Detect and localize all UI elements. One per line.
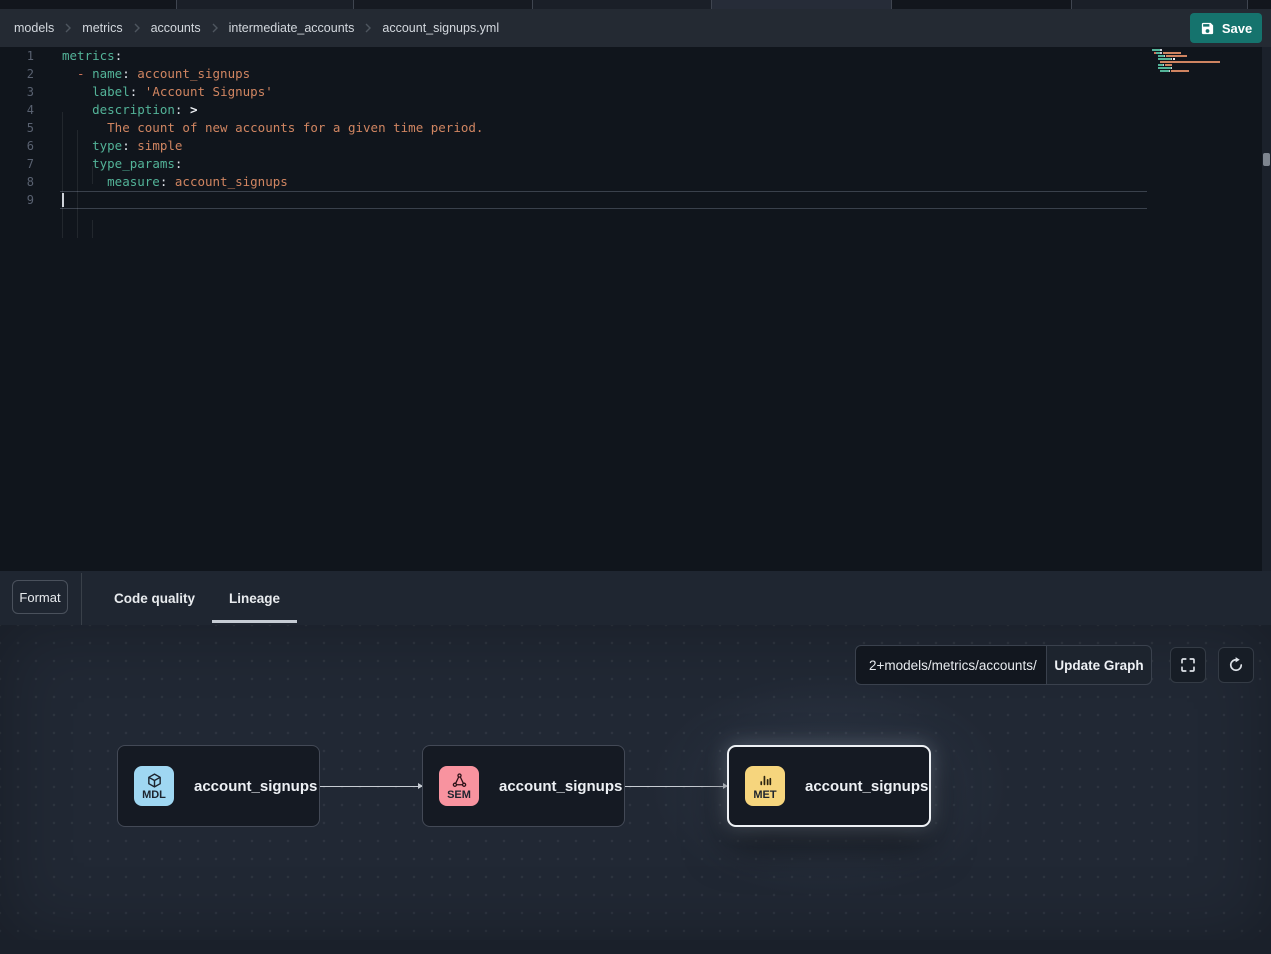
bar-chart-icon [757,772,774,789]
line-number: 5 [0,119,34,137]
line-number: 1 [0,47,34,65]
node-label: account_signups [499,778,622,795]
tab-sliver [533,0,712,9]
chevron-right-icon [210,23,220,33]
save-label: Save [1222,21,1252,36]
panel-tab-row: Format Code qualityLineage [0,571,1271,625]
line-number: 2 [0,65,34,83]
fullscreen-button[interactable] [1170,647,1206,683]
mdl-badge: MDL [134,766,174,806]
code-line[interactable]: 3 label: 'Account Signups' [0,83,1271,101]
code-line[interactable]: 1metrics: [0,47,1271,65]
tab-sliver [0,0,177,9]
fullscreen-icon [1179,656,1197,674]
tab-code-quality[interactable]: Code quality [97,571,212,625]
chevron-right-icon [63,23,73,33]
ide-window: models metrics accounts intermediate_accoun… [0,0,1271,954]
top-tab-strip [0,0,1271,9]
update-graph-button[interactable]: Update Graph [1047,645,1152,685]
tab-sliver [712,0,892,9]
tab-sliver [1072,0,1248,9]
lineage-node-sem[interactable]: SEM account_signups [422,745,625,827]
tab-sliver [892,0,1072,9]
lineage-selector-input[interactable] [855,645,1047,685]
graph-controls: Update Graph [855,645,1152,685]
breadcrumb-item[interactable]: intermediate_accounts [229,21,355,35]
line-number: 6 [0,137,34,155]
semantic-graph-icon [451,772,468,789]
indent-guide [62,112,63,238]
badge-label: SEM [447,789,471,801]
line-number: 7 [0,155,34,173]
badge-label: MDL [142,789,166,801]
tab-sliver [354,0,533,9]
node-label: account_signups [194,778,317,795]
line-number: 3 [0,83,34,101]
code-line[interactable]: 6 type: simple [0,137,1271,155]
line-number: 9 [0,191,34,209]
code-line[interactable]: 5 The count of new accounts for a given … [0,119,1271,137]
panel-tabs: Code qualityLineage [97,571,297,625]
code-line[interactable]: 7 type_params: [0,155,1271,173]
format-button[interactable]: Format [12,580,68,614]
code-line[interactable]: 2 - name: account_signups [0,65,1271,83]
line-number: 4 [0,101,34,119]
save-floppy-icon [1200,21,1215,36]
lineage-edge [320,786,422,787]
indent-guide [92,166,93,184]
lineage-canvas[interactable]: Update Graph MDL account_signups SEM accoun… [0,625,1271,940]
lineage-node-met[interactable]: MET account_signups [727,745,931,827]
refresh-icon [1227,656,1245,674]
chevron-right-icon [363,23,373,33]
indent-guide [77,130,78,238]
code-line[interactable]: 9 [0,191,1271,209]
lineage-node-mdl[interactable]: MDL account_signups [117,745,320,827]
breadcrumb: models metrics accounts intermediate_accoun… [14,21,499,35]
badge-label: MET [753,789,776,801]
code-line[interactable]: 8 measure: account_signups [0,173,1271,191]
cube-icon [146,772,163,789]
bottom-panel: Format Code qualityLineage Update Graph [0,571,1271,954]
lineage-edge [625,786,727,787]
save-button[interactable]: Save [1190,13,1262,43]
code-editor[interactable]: 1metrics:2 - name: account_signups3 labe… [0,47,1271,571]
breadcrumb-item[interactable]: models [14,21,54,35]
sem-badge: SEM [439,766,479,806]
code-line[interactable]: 4 description: > [0,101,1271,119]
status-strip [0,940,1271,954]
node-label: account_signups [805,778,928,795]
scrollbar-thumb[interactable] [1263,153,1270,166]
indent-guide [92,220,93,238]
breadcrumb-item[interactable]: account_signups.yml [382,21,499,35]
met-badge: MET [745,766,785,806]
chevron-right-icon [132,23,142,33]
tab-divider [81,573,82,633]
code-lines: 1metrics:2 - name: account_signups3 labe… [0,47,1271,209]
tab-lineage[interactable]: Lineage [212,571,297,625]
breadcrumb-item[interactable]: metrics [82,21,122,35]
minimap[interactable] [1152,49,1247,76]
editor-scrollbar[interactable] [1262,47,1271,571]
line-number: 8 [0,173,34,191]
tab-sliver [177,0,354,9]
breadcrumb-bar: models metrics accounts intermediate_accoun… [0,9,1271,47]
refresh-graph-button[interactable] [1218,647,1254,683]
tab-sliver [1248,0,1271,9]
breadcrumb-item[interactable]: accounts [151,21,201,35]
